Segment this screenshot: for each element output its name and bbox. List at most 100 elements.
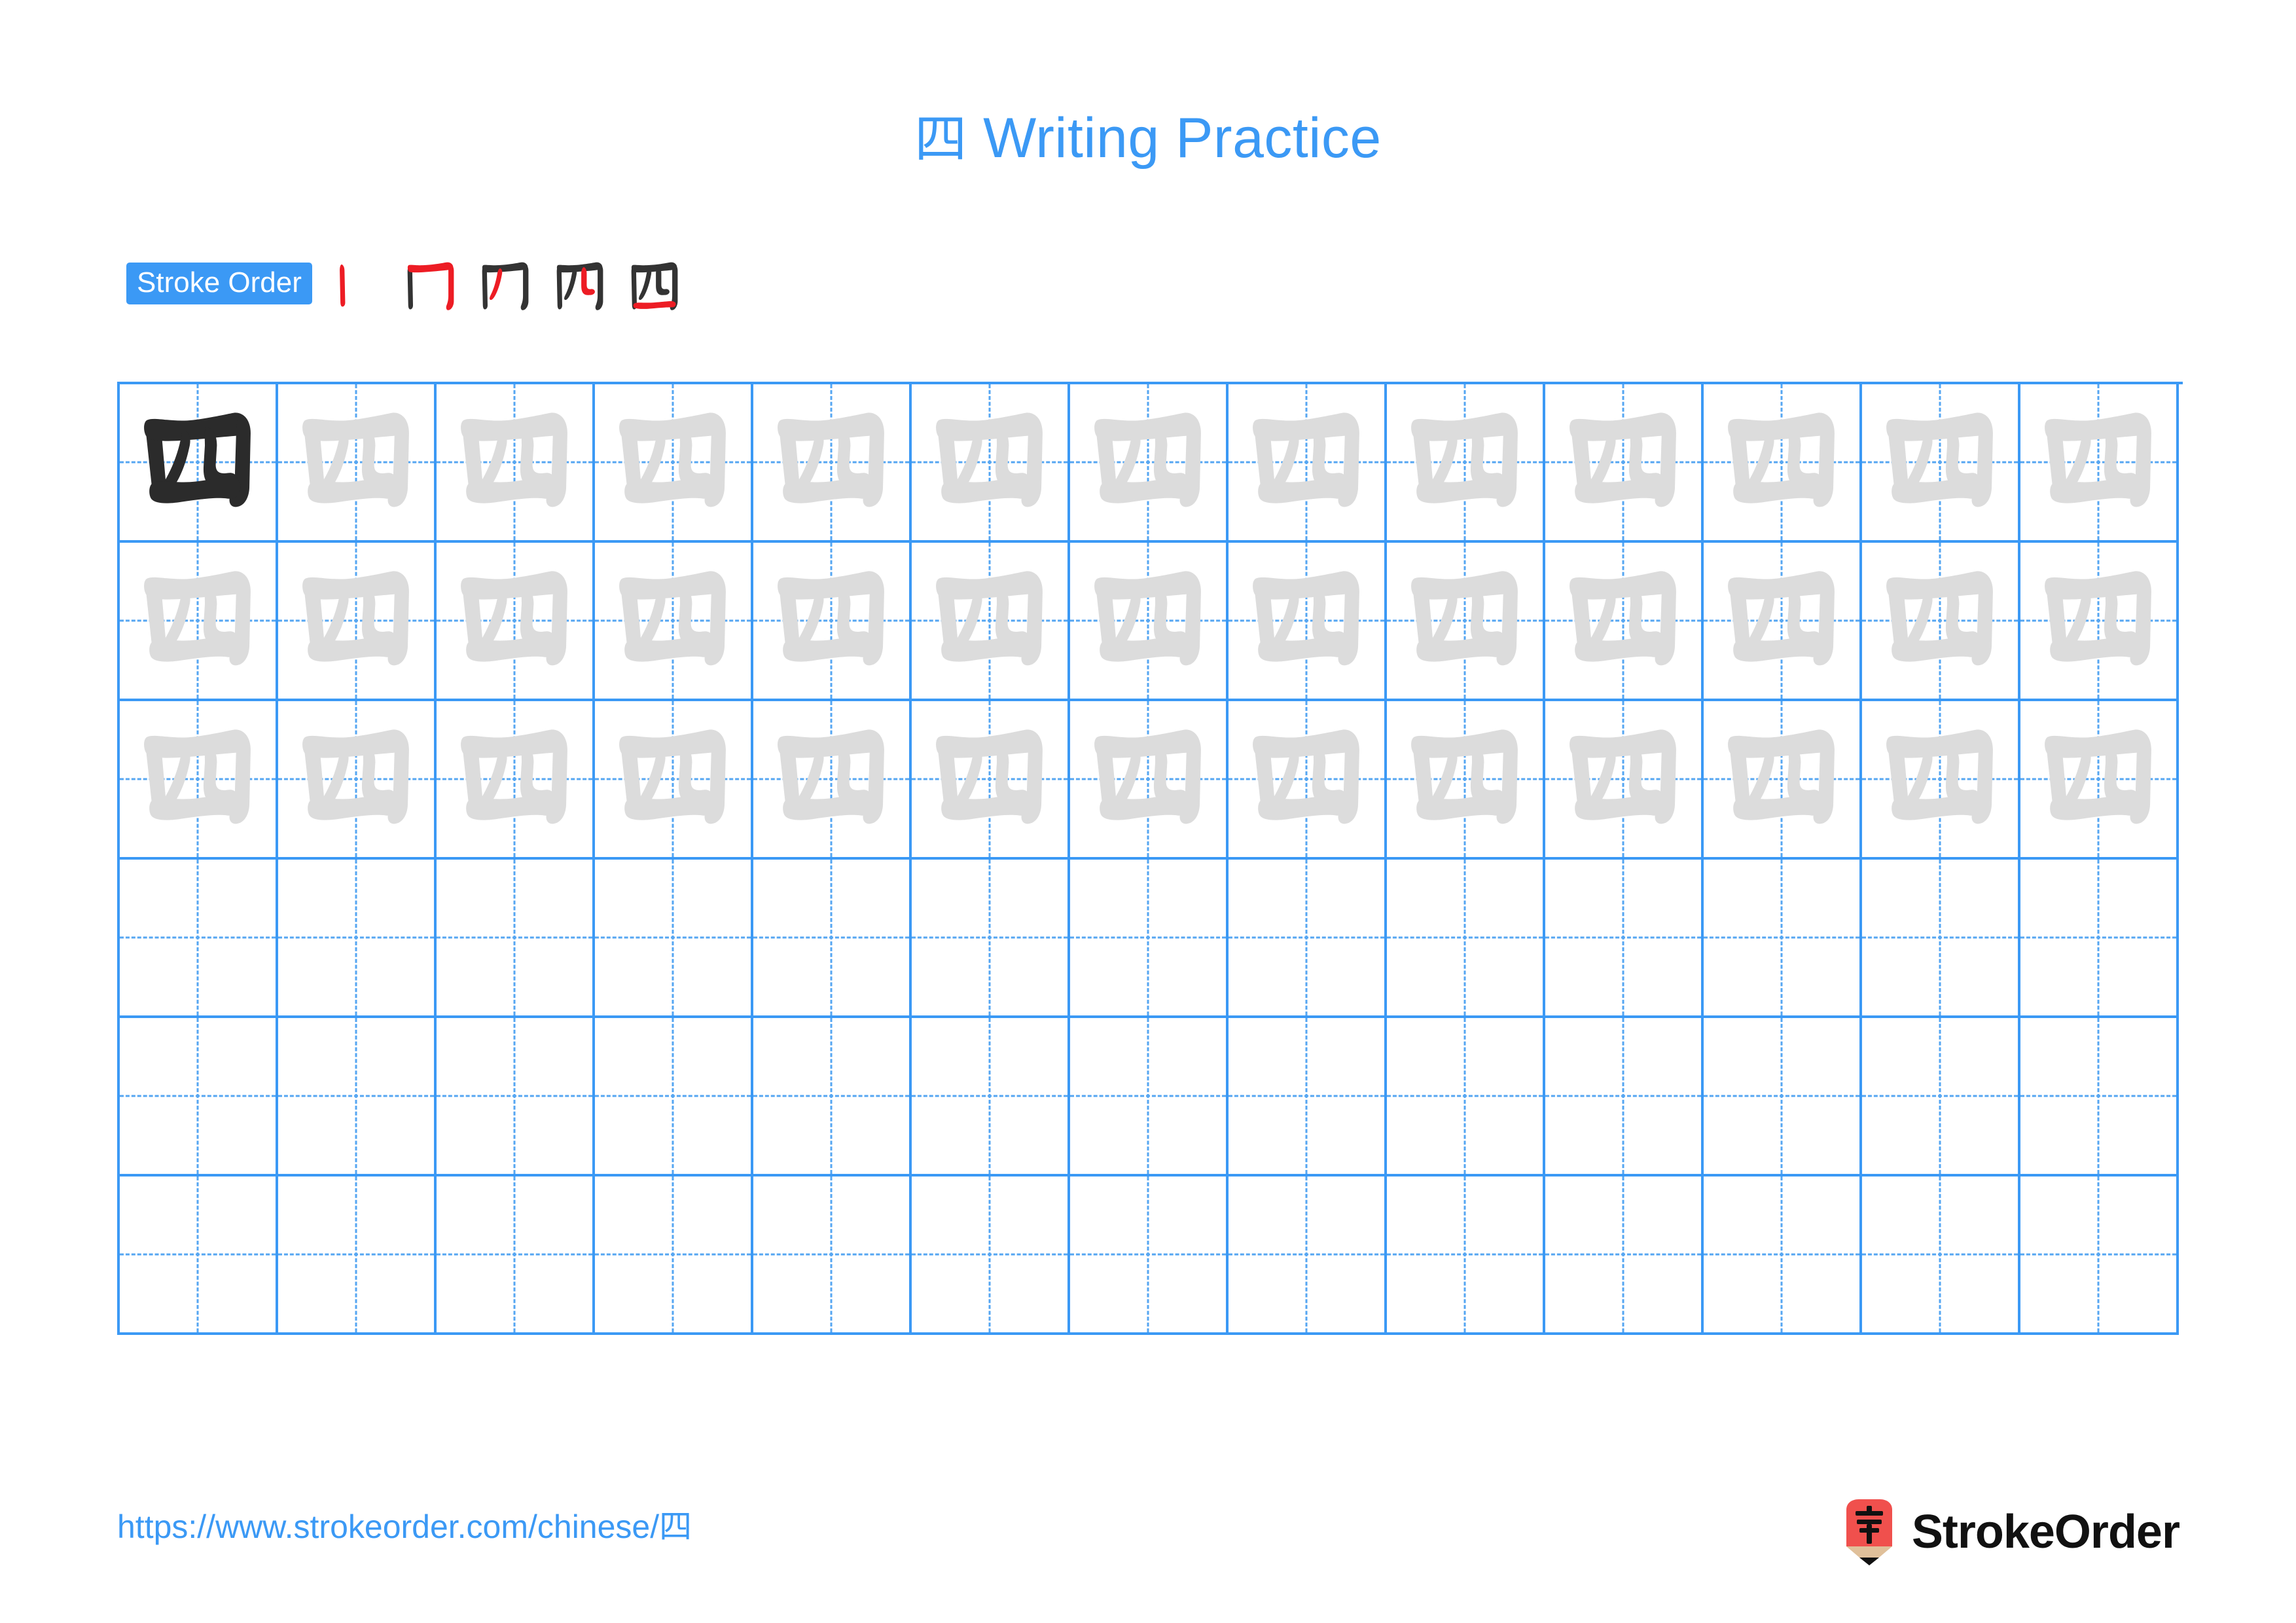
practice-cell-traced[interactable]: [1070, 384, 1229, 543]
practice-cell-empty[interactable]: [1070, 1018, 1229, 1176]
practice-cell-traced[interactable]: [1387, 543, 1545, 701]
practice-grid-row: [120, 384, 2183, 543]
practice-cell-empty[interactable]: [753, 1018, 912, 1176]
practice-cell-traced[interactable]: [753, 543, 912, 701]
practice-cell-traced[interactable]: [120, 543, 278, 701]
practice-cell-empty[interactable]: [278, 1176, 437, 1335]
character-glyph: [778, 412, 884, 507]
character-tracing-guide: [1704, 384, 1859, 540]
practice-cell-traced[interactable]: [1545, 384, 1704, 543]
practice-cell-empty[interactable]: [1387, 1018, 1545, 1176]
practice-cell-traced[interactable]: [1229, 701, 1387, 860]
practice-cell-empty[interactable]: [2020, 1176, 2179, 1335]
practice-cell-traced[interactable]: [278, 543, 437, 701]
practice-cell-empty[interactable]: [1545, 1176, 1704, 1335]
practice-cell-traced[interactable]: [912, 384, 1070, 543]
character-glyph: [1094, 412, 1201, 507]
practice-cell-traced[interactable]: [278, 384, 437, 543]
practice-cell-empty[interactable]: [1704, 860, 1862, 1018]
practice-cell-empty[interactable]: [1862, 1018, 2020, 1176]
practice-cell-traced[interactable]: [912, 543, 1070, 701]
practice-cell-traced[interactable]: [1545, 701, 1704, 860]
practice-cell-traced[interactable]: [437, 701, 595, 860]
practice-cell-empty[interactable]: [1862, 860, 2020, 1018]
footer-url[interactable]: https://www.strokeorder.com/chinese/四: [117, 1507, 692, 1546]
practice-cell-empty[interactable]: [278, 1018, 437, 1176]
practice-cell-traced[interactable]: [1862, 701, 2020, 860]
practice-cell-empty[interactable]: [595, 1018, 753, 1176]
practice-cell-empty[interactable]: [120, 1176, 278, 1335]
character-glyph: [302, 412, 409, 507]
character-glyph: [1886, 571, 1993, 666]
practice-cell-traced[interactable]: [120, 701, 278, 860]
practice-cell-empty[interactable]: [912, 1176, 1070, 1335]
practice-cell-traced[interactable]: [753, 701, 912, 860]
stroke-step-4-glyph: [556, 262, 603, 310]
practice-cell-traced[interactable]: [437, 384, 595, 543]
practice-cell-empty[interactable]: [1545, 860, 1704, 1018]
character-glyph: [1411, 412, 1518, 507]
practice-cell-traced[interactable]: [437, 543, 595, 701]
practice-cell-traced[interactable]: [1070, 543, 1229, 701]
practice-cell-empty[interactable]: [1862, 1176, 2020, 1335]
character-glyph: [619, 729, 726, 824]
practice-cell-traced[interactable]: [753, 384, 912, 543]
practice-cell-traced[interactable]: [1387, 701, 1545, 860]
practice-cell-traced[interactable]: [1704, 384, 1862, 543]
practice-cell-traced[interactable]: [2020, 543, 2179, 701]
practice-cell-empty[interactable]: [1704, 1176, 1862, 1335]
practice-cell-empty[interactable]: [753, 1176, 912, 1335]
character-glyph: [2045, 571, 2151, 666]
practice-cell-empty[interactable]: [753, 860, 912, 1018]
practice-cell-empty[interactable]: [1070, 860, 1229, 1018]
practice-cell-traced[interactable]: [278, 701, 437, 860]
practice-cell-traced[interactable]: [1229, 384, 1387, 543]
practice-cell-empty[interactable]: [437, 860, 595, 1018]
character-tracing-guide: [1229, 384, 1384, 540]
practice-cell-traced[interactable]: [1862, 384, 2020, 543]
practice-cell-traced[interactable]: [2020, 384, 2179, 543]
character-glyph: [1094, 729, 1201, 824]
practice-cell-traced[interactable]: [595, 384, 753, 543]
practice-cell-empty[interactable]: [1387, 1176, 1545, 1335]
practice-cell-empty[interactable]: [437, 1018, 595, 1176]
strokeorder-pencil-logo-icon: [1841, 1498, 1897, 1566]
character-tracing-guide: [912, 701, 1067, 857]
practice-cell-traced[interactable]: [595, 543, 753, 701]
practice-cell-empty[interactable]: [1387, 860, 1545, 1018]
character-glyph: [936, 412, 1043, 507]
practice-cell-empty[interactable]: [1070, 1176, 1229, 1335]
practice-cell-empty[interactable]: [1704, 1018, 1862, 1176]
practice-cell-traced[interactable]: [1229, 543, 1387, 701]
practice-cell-empty[interactable]: [437, 1176, 595, 1335]
practice-cell-empty[interactable]: [278, 860, 437, 1018]
character-tracing-guide: [1070, 701, 1226, 857]
practice-cell-traced[interactable]: [1070, 701, 1229, 860]
practice-cell-empty[interactable]: [1545, 1018, 1704, 1176]
practice-cell-traced[interactable]: [1545, 543, 1704, 701]
character-tracing-guide: [278, 543, 434, 699]
practice-cell-traced[interactable]: [1704, 543, 1862, 701]
practice-cell-solid[interactable]: [120, 384, 278, 543]
practice-cell-traced[interactable]: [1862, 543, 2020, 701]
practice-cell-traced[interactable]: [912, 701, 1070, 860]
practice-cell-traced[interactable]: [2020, 701, 2179, 860]
practice-cell-empty[interactable]: [595, 1176, 753, 1335]
brand-logo-block[interactable]: StrokeOrder: [1841, 1496, 2180, 1568]
practice-cell-empty[interactable]: [2020, 860, 2179, 1018]
practice-cell-empty[interactable]: [912, 860, 1070, 1018]
practice-cell-traced[interactable]: [1704, 701, 1862, 860]
practice-cell-empty[interactable]: [120, 1018, 278, 1176]
practice-cell-traced[interactable]: [1387, 384, 1545, 543]
practice-cell-empty[interactable]: [1229, 1018, 1387, 1176]
practice-cell-empty[interactable]: [1229, 1176, 1387, 1335]
practice-cell-traced[interactable]: [595, 701, 753, 860]
character-tracing-guide: [1070, 384, 1226, 540]
stroke-order-badge: Stroke Order: [126, 263, 312, 304]
character-glyph: [144, 571, 251, 666]
practice-cell-empty[interactable]: [595, 860, 753, 1018]
practice-cell-empty[interactable]: [2020, 1018, 2179, 1176]
practice-cell-empty[interactable]: [120, 860, 278, 1018]
practice-cell-empty[interactable]: [912, 1018, 1070, 1176]
practice-cell-empty[interactable]: [1229, 860, 1387, 1018]
